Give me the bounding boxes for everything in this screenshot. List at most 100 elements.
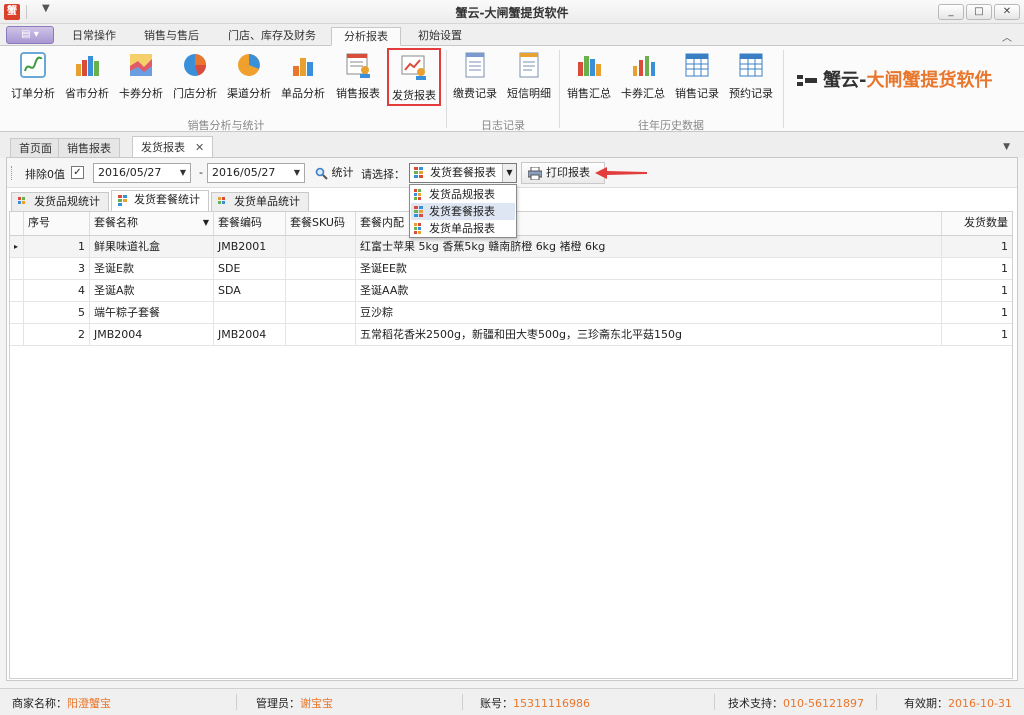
app-menu-button[interactable]: ▤ ▾ — [6, 26, 54, 44]
cell-sku[interactable] — [286, 302, 356, 323]
grid-report-icon — [18, 197, 25, 204]
cell-qty[interactable]: 1 — [942, 236, 1012, 257]
order-analysis-button[interactable]: 订单分析 — [8, 50, 58, 106]
doc-tab-sales-report[interactable]: 销售报表 — [58, 138, 120, 158]
area-chart-icon — [130, 54, 152, 76]
dropdown-arrow-icon[interactable]: ▼ — [180, 164, 186, 182]
cell-no[interactable]: 5 — [24, 302, 90, 323]
dropdown-arrow-icon[interactable]: ▼ — [502, 164, 516, 182]
column-header-sku[interactable]: 套餐SKU码 — [286, 212, 356, 235]
province-analysis-button[interactable]: 省市分析 — [62, 50, 112, 106]
cell-qty[interactable]: 1 — [942, 324, 1012, 345]
tab-initial-settings[interactable]: 初始设置 — [406, 27, 474, 46]
cell-name[interactable]: 鲜果味道礼盒 — [90, 236, 214, 257]
ribbon-collapse-icon[interactable]: ︿ — [1002, 29, 1012, 44]
item-analysis-button[interactable]: 单品分析 — [278, 50, 328, 106]
cell-content[interactable]: 五常稻花香米2500g，新疆和田大枣500g，三珍斋东北平菇150g — [356, 324, 942, 345]
statistics-button[interactable]: 统计 — [315, 163, 354, 183]
column-header-no[interactable]: 序号 — [24, 212, 90, 235]
sub-tab-item-stats[interactable]: 发货单品统计 — [211, 192, 309, 212]
annotation-arrow-icon — [595, 167, 647, 179]
table-icon — [685, 53, 709, 77]
sub-tab-package-stats[interactable]: 发货套餐统计 — [111, 190, 209, 212]
table-row[interactable]: 5 端午粽子套餐 豆沙粽 1 — [10, 302, 1012, 324]
cell-code[interactable] — [214, 302, 286, 323]
cell-qty[interactable]: 1 — [942, 302, 1012, 323]
cell-name[interactable]: 圣诞A款 — [90, 280, 214, 301]
cell-content[interactable]: 圣诞AA款 — [356, 280, 942, 301]
status-support-value: 010-56121897 — [783, 697, 864, 710]
cell-sku[interactable] — [286, 324, 356, 345]
shipping-report-button[interactable]: 发货报表 — [387, 48, 441, 106]
status-separator — [462, 694, 463, 710]
channel-analysis-button[interactable]: 渠道分析 — [224, 50, 274, 106]
cell-name[interactable]: 端午粽子套餐 — [90, 302, 214, 323]
cell-code[interactable]: SDE — [214, 258, 286, 279]
cell-name[interactable]: JMB2004 — [90, 324, 214, 345]
column-header-code[interactable]: 套餐编码 — [214, 212, 286, 235]
close-button[interactable]: ✕ — [994, 4, 1020, 20]
cell-no[interactable]: 4 — [24, 280, 90, 301]
sub-tab-spec-stats[interactable]: 发货品规统计 — [11, 192, 109, 212]
tab-analysis-reports[interactable]: 分析报表 — [331, 27, 401, 46]
cell-no[interactable]: 3 — [24, 258, 90, 279]
sales-summary-button[interactable]: 销售汇总 — [564, 50, 614, 106]
row-indicator — [10, 324, 24, 345]
logo-mark-icon — [797, 75, 817, 86]
cell-name[interactable]: 圣诞E款 — [90, 258, 214, 279]
chevron-down-icon[interactable]: ▼ — [1003, 142, 1010, 152]
card-analysis-button[interactable]: 卡券分析 — [116, 50, 166, 106]
cell-sku[interactable] — [286, 258, 356, 279]
card-summary-button[interactable]: 卡券汇总 — [618, 50, 668, 106]
table-row[interactable]: ▸ 1 鲜果味道礼盒 JMB2001 红富士苹果 5kg 香蕉5kg 赣南脐橙 … — [10, 236, 1012, 258]
print-report-button[interactable]: 打印报表 — [521, 162, 605, 184]
group-label-history: 往年历史数据 — [638, 119, 704, 132]
cell-code[interactable]: SDA — [214, 280, 286, 301]
cell-sku[interactable] — [286, 236, 356, 257]
doc-tab-shipping-report[interactable]: 发货报表 ✕ — [132, 136, 214, 158]
booking-record-button[interactable]: 预约记录 — [726, 50, 776, 106]
date-from-picker[interactable]: 2016/05/27 ▼ — [93, 163, 191, 183]
column-header-qty[interactable]: 发货数量 — [942, 212, 1012, 235]
print-report-label: 打印报表 — [546, 166, 590, 179]
dropdown-option-label: 发货单品报表 — [429, 222, 495, 235]
row-indicator — [10, 302, 24, 323]
cell-sku[interactable] — [286, 280, 356, 301]
doc-tab-home[interactable]: 首页面 — [10, 138, 61, 158]
dropdown-option-spec[interactable]: 发货品规报表 — [411, 186, 515, 203]
cell-content[interactable]: 红富士苹果 5kg 香蕉5kg 赣南脐橙 6kg 褚橙 6kg — [356, 236, 942, 257]
sms-detail-button[interactable]: 短信明细 — [504, 50, 554, 106]
sales-report-button[interactable]: 销售报表 — [332, 50, 384, 106]
maximize-button[interactable]: □ — [966, 4, 992, 20]
cell-code[interactable]: JMB2004 — [214, 324, 286, 345]
cell-content[interactable]: 圣诞EE款 — [356, 258, 942, 279]
dropdown-option-package[interactable]: 发货套餐报表 — [411, 203, 515, 220]
sales-record-button[interactable]: 销售记录 — [672, 50, 722, 106]
tab-sales-aftersales[interactable]: 销售与售后 — [132, 27, 211, 46]
tab-daily[interactable]: 日常操作 — [60, 27, 128, 46]
status-separator — [236, 694, 237, 710]
cell-no[interactable]: 2 — [24, 324, 90, 345]
status-admin-value: 谢宝宝 — [300, 697, 333, 710]
tab-store-inventory-finance[interactable]: 门店、库存及财务 — [216, 27, 328, 46]
table-row[interactable]: 3 圣诞E款 SDE 圣诞EE款 1 — [10, 258, 1012, 280]
cell-code[interactable]: JMB2001 — [214, 236, 286, 257]
dropdown-arrow-icon[interactable]: ▼ — [294, 164, 300, 182]
date-to-picker[interactable]: 2016/05/27 ▼ — [207, 163, 305, 183]
cell-qty[interactable]: 1 — [942, 258, 1012, 279]
table-row[interactable]: 2 JMB2004 JMB2004 五常稻花香米2500g，新疆和田大枣500g… — [10, 324, 1012, 346]
cell-no[interactable]: 1 — [24, 236, 90, 257]
column-header-name[interactable]: 套餐名称 ▼ — [90, 212, 214, 235]
filter-dropdown-icon[interactable]: ▼ — [203, 212, 209, 234]
store-analysis-button[interactable]: 门店分析 — [170, 50, 220, 106]
report-type-select[interactable]: 发货套餐报表 ▼ — [409, 163, 517, 183]
minimize-button[interactable]: _ — [938, 4, 964, 20]
dropdown-option-item[interactable]: 发货单品报表 — [411, 220, 515, 237]
cell-qty[interactable]: 1 — [942, 280, 1012, 301]
payment-log-button[interactable]: 缴费记录 — [450, 50, 500, 106]
close-icon[interactable]: ✕ — [195, 141, 204, 154]
cell-content[interactable]: 豆沙粽 — [356, 302, 942, 323]
group-label-sales-analysis: 销售分析与统计 — [187, 119, 265, 132]
exclude-zero-checkbox[interactable]: ✓ — [71, 166, 84, 179]
table-row[interactable]: 4 圣诞A款 SDA 圣诞AA款 1 — [10, 280, 1012, 302]
